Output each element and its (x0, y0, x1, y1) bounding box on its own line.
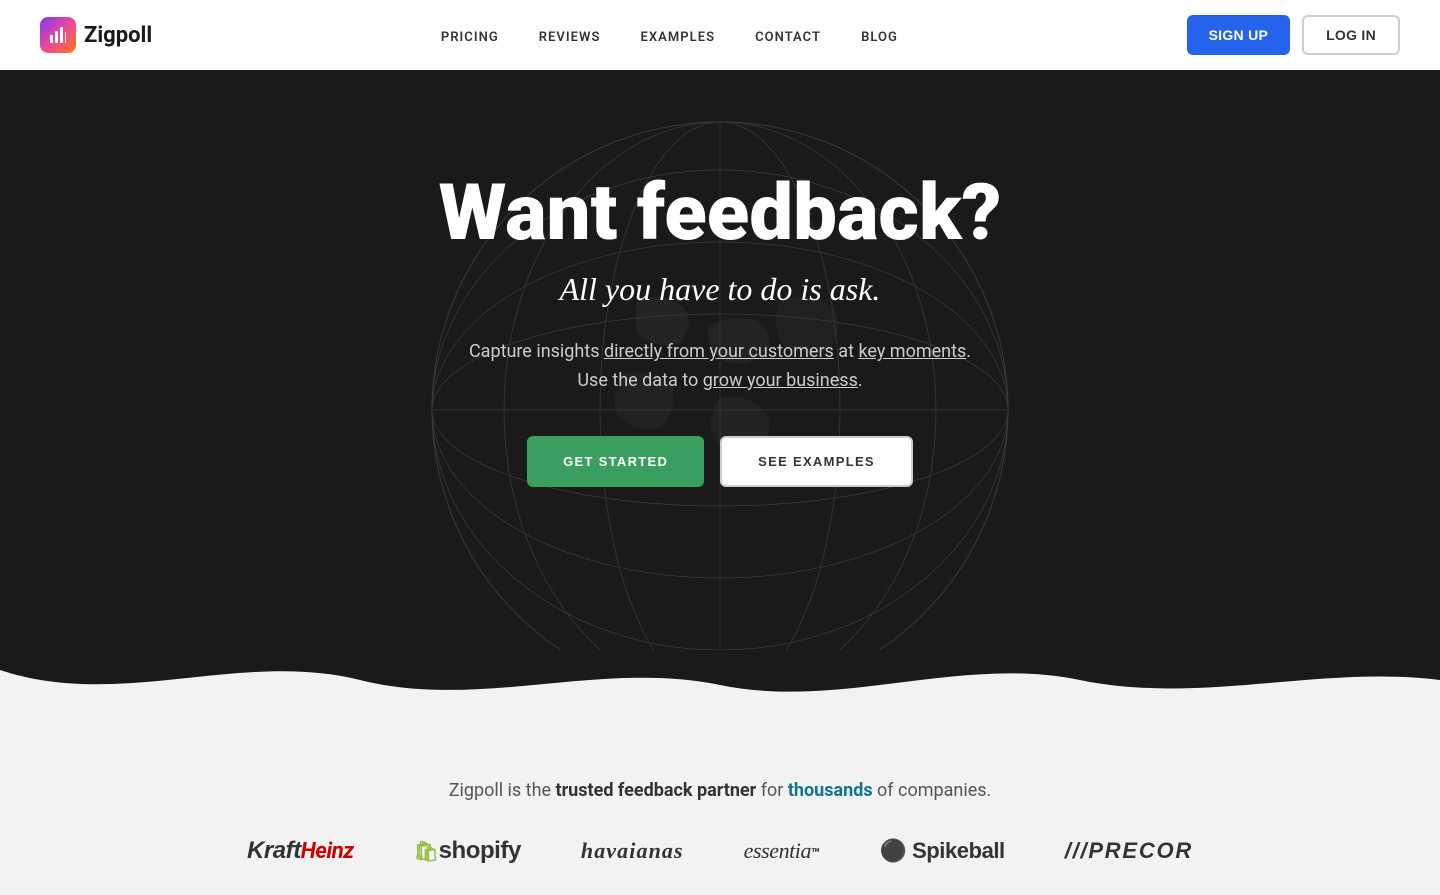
logo-icon (40, 17, 76, 53)
nav-link-pricing[interactable]: PRICING (441, 30, 499, 45)
tagline-bold: trusted feedback partner (556, 780, 757, 801)
brand-logo-spikeball: ⚫ Spikeball (879, 838, 1004, 864)
brand-logo-essentia: essentia™ (744, 838, 820, 864)
brand-logo-havaianas: havaianas (581, 838, 684, 864)
logos-tagline: Zigpoll is the trusted feedback partner … (40, 780, 1400, 801)
nav-item-examples[interactable]: EXAMPLES (640, 26, 715, 45)
brand-logo-shopify: 🛍shopify (414, 837, 521, 865)
hero-description: Capture insights directly from your cust… (455, 338, 985, 396)
hero-desc-link3: grow your business (703, 370, 858, 391)
logo-chart-icon (48, 25, 68, 45)
hero-desc-part2: at (834, 341, 859, 362)
tagline-part2: for (756, 780, 788, 801)
nav-item-blog[interactable]: BLOG (861, 26, 898, 45)
hero-desc-link2: key moments (858, 341, 966, 362)
nav-links: PRICING REVIEWS EXAMPLES CONTACT BLOG (441, 26, 898, 45)
hero-desc-part4: . (858, 370, 863, 391)
brand-logo-precor: ///PRECOR (1065, 838, 1193, 864)
signup-button[interactable]: SIGN UP (1187, 15, 1291, 55)
wave-divider (0, 650, 1440, 730)
hero-desc-link1: directly from your customers (604, 341, 834, 362)
navbar: Zigpoll PRICING REVIEWS EXAMPLES CONTACT… (0, 0, 1440, 70)
tagline-part3: of companies. (873, 780, 992, 801)
nav-actions: SIGN UP LOG IN (1187, 15, 1400, 55)
hero-section: Want feedback? All you have to do is ask… (0, 70, 1440, 650)
hero-cta-group: GET STARTED SEE EXAMPLES (527, 436, 913, 487)
tagline-part1: Zigpoll is the (449, 780, 556, 801)
nav-item-reviews[interactable]: REVIEWS (539, 26, 601, 45)
hero-title: Want feedback? (439, 173, 1002, 255)
nav-link-contact[interactable]: CONTACT (755, 30, 821, 45)
tagline-thousands: thousands (788, 780, 873, 801)
nav-link-reviews[interactable]: REVIEWS (539, 30, 601, 45)
see-examples-button[interactable]: SEE EXAMPLES (720, 436, 913, 487)
login-button[interactable]: LOG IN (1302, 15, 1400, 55)
hero-desc-part1: Capture insights (469, 341, 604, 362)
nav-item-pricing[interactable]: PRICING (441, 26, 499, 45)
logo-link[interactable]: Zigpoll (40, 17, 152, 53)
brand-logo-kraft: KraftHeinz (247, 837, 354, 865)
hero-subtitle: All you have to do is ask. (560, 271, 881, 308)
nav-link-examples[interactable]: EXAMPLES (640, 30, 715, 45)
nav-item-contact[interactable]: CONTACT (755, 26, 821, 45)
brand-logos-row: KraftHeinz 🛍shopify havaianas essentia™ … (40, 837, 1400, 865)
nav-link-blog[interactable]: BLOG (861, 30, 898, 45)
get-started-button[interactable]: GET STARTED (527, 436, 704, 487)
logo-text: Zigpoll (84, 23, 152, 48)
logos-section: Zigpoll is the trusted feedback partner … (0, 730, 1440, 895)
